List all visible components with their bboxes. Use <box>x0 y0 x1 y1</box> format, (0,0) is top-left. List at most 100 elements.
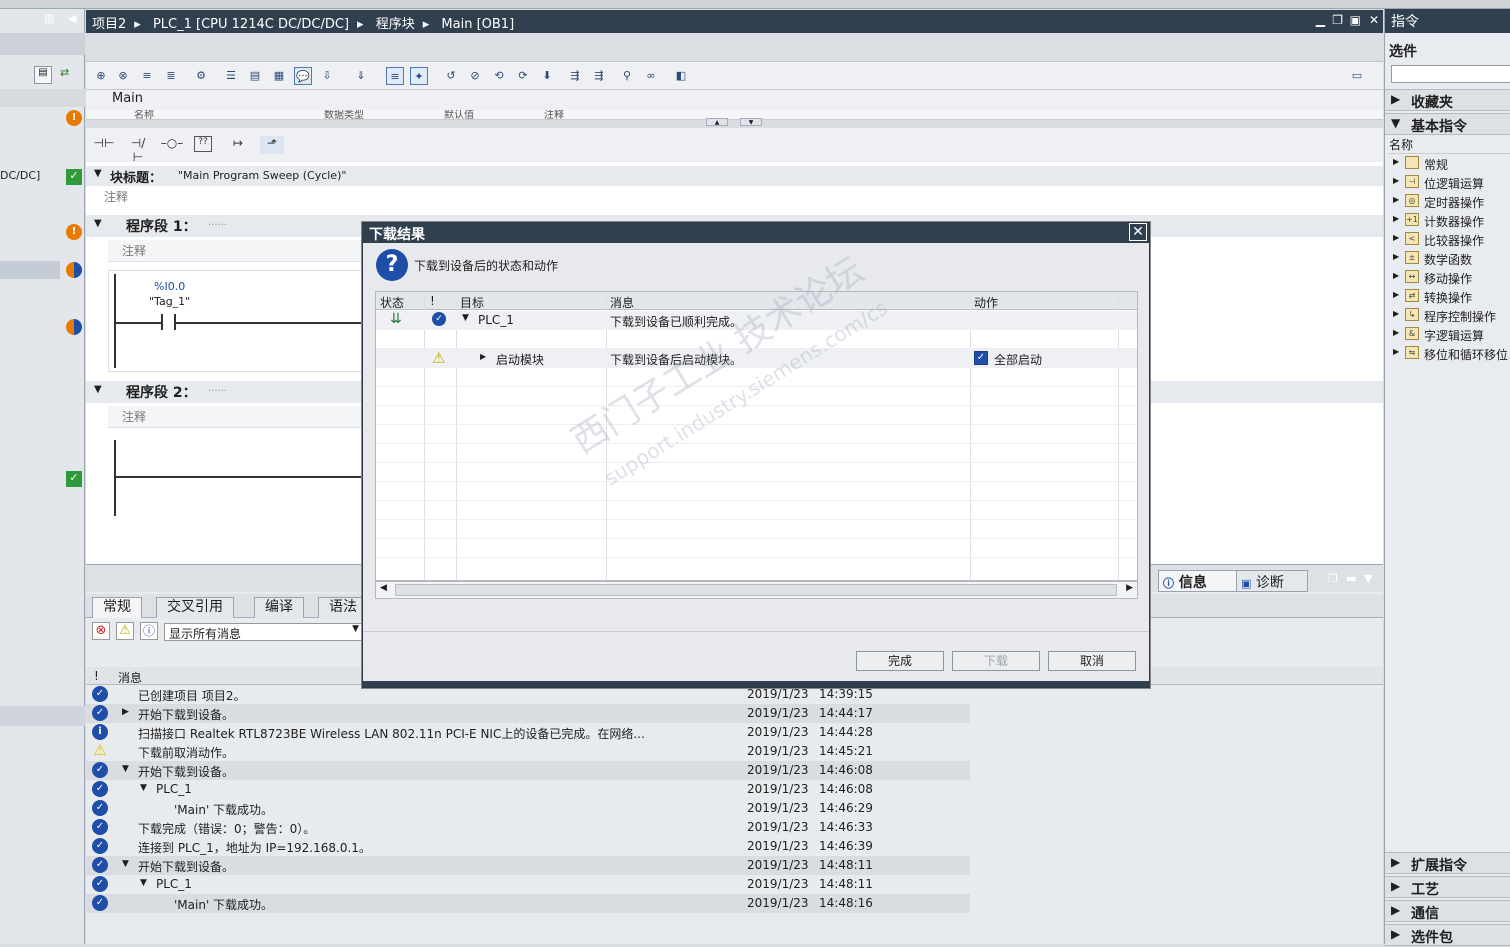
empty-box-icon[interactable]: ?? <box>194 136 212 152</box>
instruction-folder[interactable]: ▶ & 字逻辑运算 <box>1385 325 1510 344</box>
float-pane-icon[interactable]: ❐ <box>1328 572 1338 585</box>
device-label[interactable]: DC/DC] <box>0 169 40 182</box>
list-view-icon[interactable]: ≡ <box>386 67 404 85</box>
tab-diagnostics[interactable]: ▣ 诊断 <box>1236 570 1308 592</box>
extended-instructions-section[interactable]: ▶ 扩展指令 <box>1385 852 1510 874</box>
layout-icon[interactable]: ▥ <box>44 12 54 25</box>
go-online-icon[interactable]: ⟲ <box>490 67 508 85</box>
symbol-info-icon[interactable]: ⇓ <box>352 67 370 85</box>
minimize-icon[interactable]: ▁ <box>1316 13 1325 27</box>
collapse-icon[interactable]: ▼ <box>94 168 102 179</box>
collapse-icon[interactable]: ▼ <box>94 384 102 395</box>
instruction-folder[interactable]: ▶ 常规 <box>1385 154 1510 173</box>
scroll-thumb[interactable] <box>395 584 1117 596</box>
table-view-icon[interactable]: ▤ <box>34 66 52 84</box>
dialog-close-icon[interactable]: ✕ <box>1129 223 1147 241</box>
result-row-start[interactable]: ⚠ ▶ 启动模块 下载到设备后启动模块。 ✓ 全部启动 <box>376 349 1137 368</box>
minimize-pane-icon[interactable]: ▬ <box>1346 572 1356 585</box>
tab-info[interactable]: ⓘ 信息 <box>1158 570 1238 592</box>
instruction-folder[interactable]: ▶ ± 数学函数 <box>1385 249 1510 268</box>
add-row-icon[interactable]: ≣ <box>162 67 180 85</box>
instruction-folder[interactable]: ▶ ◎ 定时器操作 <box>1385 192 1510 211</box>
options-field[interactable] <box>1391 65 1510 83</box>
coil-icon[interactable]: –○– <box>160 136 184 154</box>
download-button[interactable]: 下载 <box>952 651 1040 671</box>
tab-crossref[interactable]: 交叉引用 <box>156 597 234 618</box>
splitter-down-icon[interactable]: ▼ <box>740 118 762 126</box>
breadcrumb-plc[interactable]: PLC_1 [CPU 1214C DC/DC/DC] <box>153 17 349 32</box>
scroll-right-icon[interactable]: ▶ <box>1126 583 1133 593</box>
message-row[interactable]: ✓ 连接到 PLC_1，地址为 IP=192.168.0.1。 2019/1/23 1… <box>86 837 970 856</box>
collapse-icon[interactable]: ▼ <box>94 218 102 229</box>
float-icon[interactable]: ❐ <box>1332 13 1343 27</box>
technology-section[interactable]: ▶ 工艺 <box>1385 876 1510 898</box>
message-row[interactable]: ✓ ▼ PLC_1 2019/1/23 14:46:08 <box>86 780 970 799</box>
open-branch-icon[interactable]: ↦ <box>226 136 250 154</box>
reset-icon[interactable]: ⚙ <box>192 67 210 85</box>
glasses-icon[interactable]: ∞ <box>642 67 660 85</box>
network-2-dots[interactable]: ...... <box>208 383 227 394</box>
editor-settings-icon[interactable]: ▭ <box>1348 67 1366 85</box>
tab-compile[interactable]: 编译 <box>254 597 304 618</box>
absolute-addr-icon[interactable]: ⇩ <box>318 67 336 85</box>
chevron-down-icon[interactable]: ▼ <box>122 859 129 869</box>
warning-filter-icon[interactable]: ⚠ <box>116 622 134 640</box>
result-row-plc[interactable]: ⇊ ✓ ▼ PLC_1 下载到设备已顺利完成。 <box>376 311 1137 330</box>
chevron-down-icon[interactable]: ▼ <box>140 783 147 793</box>
instruction-folder[interactable]: ▶ ↔ 移动操作 <box>1385 268 1510 287</box>
finish-button[interactable]: 完成 <box>856 651 944 671</box>
instruction-folder[interactable]: ▶ < 比较器操作 <box>1385 230 1510 249</box>
monitor-on-icon[interactable]: ↺ <box>442 67 460 85</box>
comment-toggle-icon[interactable]: 💬 <box>294 67 312 85</box>
selected-tree-row[interactable] <box>0 261 60 279</box>
breadcrumb-main[interactable]: Main [OB1] <box>441 17 514 32</box>
chevron-down-icon[interactable]: ▼ <box>122 764 129 774</box>
cancel-button[interactable]: 取消 <box>1048 651 1136 671</box>
message-row[interactable]: ✓ 'Main' 下载成功。 2019/1/23 14:48:16 <box>86 894 970 913</box>
info-filter-icon[interactable]: ⓘ <box>140 622 158 640</box>
monitor-off-icon[interactable]: ⊘ <box>466 67 484 85</box>
close-icon[interactable]: ✕ <box>1369 13 1379 27</box>
instruction-folder[interactable]: ▶ +1 计数器操作 <box>1385 211 1510 230</box>
block-comment[interactable]: 注释 <box>104 188 128 205</box>
message-row[interactable]: ✓ 'Main' 下载成功。 2019/1/23 14:46:29 <box>86 799 970 818</box>
highlight-icon[interactable]: ✦ <box>410 67 428 85</box>
compare2-icon[interactable]: ⇶ <box>590 67 608 85</box>
scroll-left-icon[interactable]: ◀ <box>380 583 387 593</box>
go-offline-icon[interactable]: ⟳ <box>514 67 532 85</box>
favorites-section[interactable]: ▶ 收藏夹 <box>1385 89 1510 111</box>
maximize-icon[interactable]: ▣ <box>1350 13 1361 27</box>
close-branch-icon[interactable]: ⬏ <box>260 136 284 154</box>
network-2-comment[interactable]: 注释 <box>122 408 146 425</box>
call-hierarchy-icon[interactable]: ⚲ <box>618 67 636 85</box>
message-filter-select[interactable]: 显示所有消息 ▼ <box>164 623 362 641</box>
delete-network-icon[interactable]: ⊗ <box>114 67 132 85</box>
message-row[interactable]: ⚠ 下载前取消动作。 2019/1/23 14:45:21 <box>86 742 970 761</box>
network-1-comment[interactable]: 注释 <box>122 242 146 259</box>
message-row[interactable]: ✓ ▼ 开始下载到设备。 2019/1/23 14:46:08 <box>86 761 970 780</box>
breadcrumb-project[interactable]: 项目2 <box>92 17 126 32</box>
close-networks-icon[interactable]: ▤ <box>246 67 264 85</box>
results-hscroll[interactable]: ◀ ▶ <box>375 581 1138 599</box>
tab-syntax[interactable]: 语法 <box>318 597 368 618</box>
favorites-toggle-icon[interactable]: ▦ <box>270 67 288 85</box>
basic-instructions-section[interactable]: ▼ 基本指令 <box>1385 113 1510 135</box>
instruction-folder[interactable]: ▶ ⇄ 转换操作 <box>1385 287 1510 306</box>
message-row[interactable]: ✓ ▼ PLC_1 2019/1/23 14:48:11 <box>86 875 970 894</box>
block-title-value[interactable]: "Main Program Sweep (Cycle)" <box>178 169 346 182</box>
contact-tag[interactable]: "Tag_1" <box>149 295 190 308</box>
breadcrumb-blocks[interactable]: 程序块 <box>376 17 415 32</box>
message-row[interactable]: i 扫描接口 Realtek RTL8723BE Wireless LAN 802… <box>86 723 970 742</box>
option-packages-section[interactable]: ▶ 选件包 <box>1385 924 1510 946</box>
collapse-pane-icon[interactable]: ▼ <box>1364 572 1372 585</box>
download-icon[interactable]: ⬇ <box>538 67 556 85</box>
open-networks-icon[interactable]: ☰ <box>222 67 240 85</box>
insert-network-icon[interactable]: ⊕ <box>92 67 110 85</box>
chevron-down-icon[interactable]: ▼ <box>140 878 147 888</box>
collapse-left-icon[interactable]: ◀ <box>68 12 76 25</box>
message-row[interactable]: ✓ 下载完成（错误：0；警告：0）。 2019/1/23 14:46:33 <box>86 818 970 837</box>
message-row[interactable]: ✓ ▶ 开始下载到设备。 2019/1/23 14:44:17 <box>86 704 970 723</box>
chevron-right-icon[interactable]: ▶ <box>480 352 486 361</box>
message-row[interactable]: ✓ ▼ 开始下载到设备。 2019/1/23 14:48:11 <box>86 856 970 875</box>
tab-general[interactable]: 常规 <box>92 597 142 618</box>
